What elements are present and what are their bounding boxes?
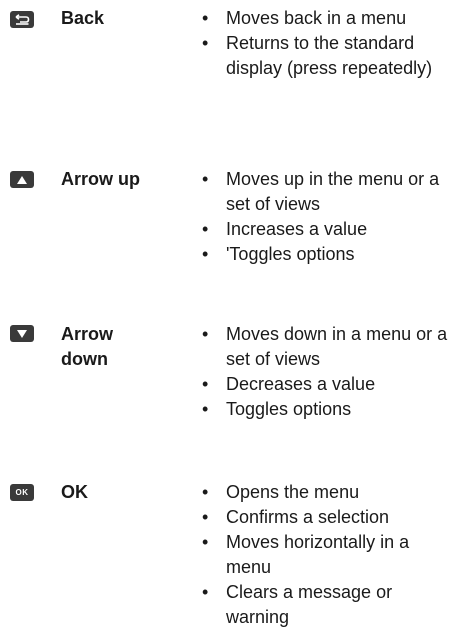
desc-list-arrow-up: • Moves up in the menu or a set of views … <box>202 167 457 267</box>
ok-key-icon: OK <box>10 484 34 501</box>
key-name-ok: OK <box>61 482 88 502</box>
list-item: • Opens the menu <box>202 482 360 502</box>
list-item: • Toggles options <box>202 399 352 419</box>
list-item: • Returns to the standard display (press … <box>202 33 433 78</box>
desc-list-ok: • Opens the menu • Confirms a selection • M… <box>202 480 457 630</box>
list-item: • Moves back in a menu <box>202 8 407 28</box>
arrow-down-key-icon <box>10 325 34 342</box>
desc-list-arrow-down: • Moves down in a menu or a set of views … <box>202 322 457 422</box>
desc-list-back: • Moves back in a menu • Returns to the st… <box>202 6 457 81</box>
list-item: • Increases a value <box>202 219 368 239</box>
list-item: • Confirms a selection <box>202 507 390 527</box>
key-name-arrow-down: Arrow down <box>61 324 114 369</box>
list-item: • Clears a message or warning <box>202 582 393 627</box>
back-key-icon <box>10 11 34 28</box>
list-item: • Moves down in a menu or a set of views <box>202 324 448 369</box>
key-name-back: Back <box>61 8 105 28</box>
list-item: • Moves up in the menu or a set of views <box>202 169 440 214</box>
list-item: • Moves horizontally in a menu <box>202 532 410 577</box>
list-item: • 'Toggles options <box>202 244 355 264</box>
key-name-arrow-up: Arrow up <box>61 169 140 189</box>
list-item: • Decreases a value <box>202 374 376 394</box>
arrow-up-key-icon <box>10 171 34 188</box>
